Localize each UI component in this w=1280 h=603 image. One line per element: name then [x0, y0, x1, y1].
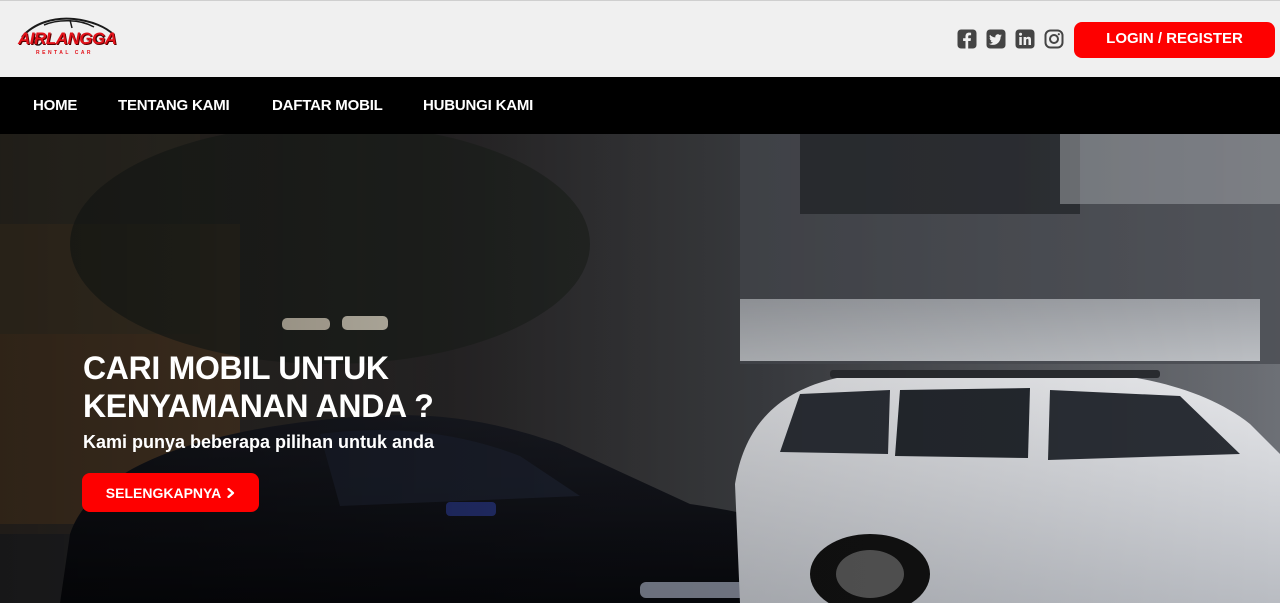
hero-banner: CARI MOBIL UNTUK KENYAMANAN ANDA ? Kami …	[0, 134, 1280, 603]
social-links	[957, 29, 1064, 49]
twitter-icon[interactable]	[986, 29, 1006, 49]
linkedin-icon[interactable]	[1015, 29, 1035, 49]
brand-name: AIRLANGGA	[18, 29, 117, 48]
hero-title-line-2: KENYAMANAN ANDA ?	[83, 388, 434, 424]
brand-tagline: RENTAL CAR	[36, 50, 94, 56]
nav-item-daftar-mobil[interactable]: DAFTAR MOBIL	[272, 97, 383, 114]
selengkapnya-button[interactable]: SELENGKAPNYA	[82, 473, 259, 512]
hero-title: CARI MOBIL UNTUK KENYAMANAN ANDA ?	[83, 349, 434, 425]
hero-subtitle: Kami punya beberapa pilihan untuk anda	[83, 432, 435, 452]
chevron-right-icon	[227, 487, 235, 498]
main-nav: HOME TENTANG KAMI DAFTAR MOBIL HUBUNGI K…	[0, 77, 1280, 134]
facebook-icon[interactable]	[957, 29, 977, 49]
hero-title-line-1: CARI MOBIL UNTUK	[83, 350, 389, 386]
nav-item-hubungi-kami[interactable]: HUBUNGI KAMI	[423, 97, 533, 114]
nav-item-tentang-kami[interactable]: TENTANG KAMI	[118, 97, 230, 114]
brand-logo[interactable]: AIRLANGGA RENTAL CAR	[14, 13, 118, 61]
nav-item-home[interactable]: HOME	[33, 97, 77, 114]
instagram-icon[interactable]	[1044, 29, 1064, 49]
login-register-button[interactable]: LOGIN / REGISTER	[1074, 22, 1275, 58]
top-bar: AIRLANGGA RENTAL CAR LOGIN / REGISTER	[0, 0, 1280, 77]
selengkapnya-label: SELENGKAPNYA	[105, 484, 222, 501]
